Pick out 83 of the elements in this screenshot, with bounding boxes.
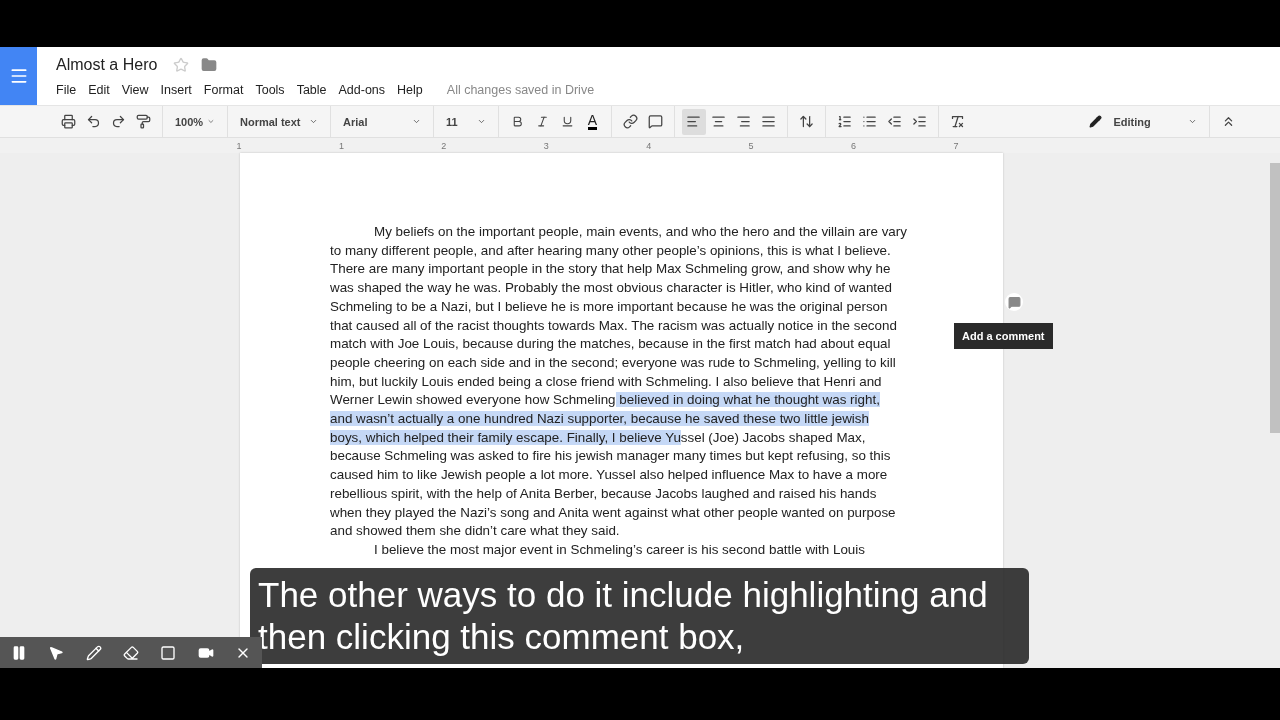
text-line: people cheering on each side and in the second; everyone was rude to Schmeling, yelling to kill xyxy=(330,353,897,372)
text-line: There are many important people in the story that help Max Schmeling grow, and show why he xyxy=(330,260,892,279)
text-line: when they played the Nazi’s song and Anita went against what other people wanted on purpose xyxy=(330,503,897,522)
text-line: rebellious spirit, with the help of Anita Berber, because Jacobs laughed and raised his hands xyxy=(330,484,878,503)
ruler-number: 4 xyxy=(645,140,653,151)
ruler-number: 1 xyxy=(337,140,345,151)
menu-item[interactable]: Edit xyxy=(88,83,118,97)
ruler-number: 2 xyxy=(440,140,448,151)
pointer-icon xyxy=(48,644,65,661)
comment-icon xyxy=(1007,295,1021,309)
caret-icon xyxy=(477,117,486,126)
menu-item[interactable]: Table xyxy=(296,83,335,97)
decrease-indent-icon xyxy=(887,114,902,129)
ruler-number: 6 xyxy=(850,140,858,151)
link-icon xyxy=(623,114,638,129)
star-icon[interactable] xyxy=(173,57,190,73)
bold-icon xyxy=(511,115,524,128)
zoom-dropdown[interactable]: 100% xyxy=(169,108,221,135)
numbered-list-icon xyxy=(837,114,852,129)
align-right-icon xyxy=(736,114,751,129)
save-status: All changes saved in Drive xyxy=(446,83,595,97)
text-line: him, but luckily Louis ended being a close friend with Schmeling. I also believe that Henri and xyxy=(330,372,883,391)
text-line: caused him to like Jewish people a lot more. Yussel also helped influence Max to have a more xyxy=(330,466,889,485)
text-line: My beliefs on the important people, main events, and who the hero and the villain are vary xyxy=(373,223,908,241)
text-line: Werner Lewin showed everyone how Schmeling believed in doing what he thought was right, xyxy=(330,391,881,410)
text-line: because Schmeling was asked to fire his jewish manager many times but kept refusing, so this xyxy=(330,447,892,466)
text-line: was shaped the way he was. Probably the most obvious character is Hitler, who kind of wanted xyxy=(330,279,893,298)
pen-button[interactable] xyxy=(85,644,102,661)
caret-icon xyxy=(1187,117,1197,126)
menu-item[interactable]: Tools xyxy=(255,83,293,97)
line-spacing-icon xyxy=(799,114,814,129)
text-line: that caused all of the racist thoughts towards Max. The racism was actually notice in the second xyxy=(330,316,898,335)
italic-icon xyxy=(536,115,549,128)
video-caption: The other ways to do it include highlighting and then clicking this comment box, xyxy=(250,568,1029,664)
underline-icon xyxy=(561,115,574,128)
text-line: boys, which helped their family escape. Finally, I believe Yussel (Joe) Jacobs shaped Max, xyxy=(330,428,867,447)
pencil-icon xyxy=(1088,115,1102,128)
caret-icon xyxy=(207,117,215,126)
ruler-number: 7 xyxy=(952,140,960,151)
bulleted-list-icon xyxy=(862,114,877,129)
text-line: I believe the most major event in Schmeling’s career is his second battle with Louis xyxy=(373,540,866,559)
clear-formatting-icon xyxy=(950,114,965,129)
style-dropdown[interactable]: Normal text xyxy=(234,108,324,135)
pointer-button[interactable] xyxy=(48,644,65,661)
align-center-icon xyxy=(711,114,726,129)
text-line: to many different people, and after hearing many other people’s opinions, this is what I believe. xyxy=(330,241,892,260)
align-button[interactable] xyxy=(681,108,706,135)
paint-roller-icon xyxy=(136,114,151,129)
menu-item[interactable]: Add-ons xyxy=(338,83,394,97)
caret-icon xyxy=(412,117,421,126)
docs-logo[interactable] xyxy=(0,47,37,105)
text-line: and showed them she didn’t care what they said. xyxy=(330,522,621,541)
square-icon xyxy=(160,644,177,661)
ruler-number: 3 xyxy=(542,140,550,151)
ruler-number: 1 xyxy=(235,140,243,151)
pencil-icon xyxy=(85,644,102,661)
increase-indent-icon xyxy=(912,114,927,129)
text-line: match with Joe Louis, because during the matches, because in the first match had about equal xyxy=(330,335,892,354)
eraser-icon xyxy=(122,644,139,661)
align-left-icon xyxy=(686,114,701,129)
text-line: Schmeling to be a Nazi, but I believe he is more important because he was the original person xyxy=(330,297,889,316)
folder-icon[interactable] xyxy=(201,57,218,73)
printer-icon xyxy=(61,114,76,129)
editing-mode-dropdown[interactable]: Editing xyxy=(1082,108,1203,135)
text-color-button[interactable]: A xyxy=(580,108,605,135)
menu-item[interactable]: Help xyxy=(397,83,431,97)
font-size-dropdown[interactable]: 11 xyxy=(440,108,492,135)
eraser-button[interactable] xyxy=(122,644,139,661)
tooltip: Add a comment xyxy=(954,323,1053,349)
menu-item[interactable]: Format xyxy=(203,83,252,97)
redo-icon xyxy=(111,114,126,129)
menu-item[interactable]: Insert xyxy=(160,83,200,97)
ruler-number: 5 xyxy=(747,140,755,151)
document-title[interactable]: Almost a Hero xyxy=(56,56,158,74)
scrollbar[interactable] xyxy=(1270,163,1280,433)
align-justify-icon xyxy=(761,114,776,129)
font-dropdown[interactable]: Arial xyxy=(337,108,427,135)
undo-icon xyxy=(86,114,101,129)
menu-item[interactable]: File xyxy=(56,83,85,97)
caret-icon xyxy=(309,117,318,126)
menu-item[interactable]: View xyxy=(121,83,157,97)
comment-icon xyxy=(648,114,663,129)
rectangle-button[interactable] xyxy=(160,644,177,661)
